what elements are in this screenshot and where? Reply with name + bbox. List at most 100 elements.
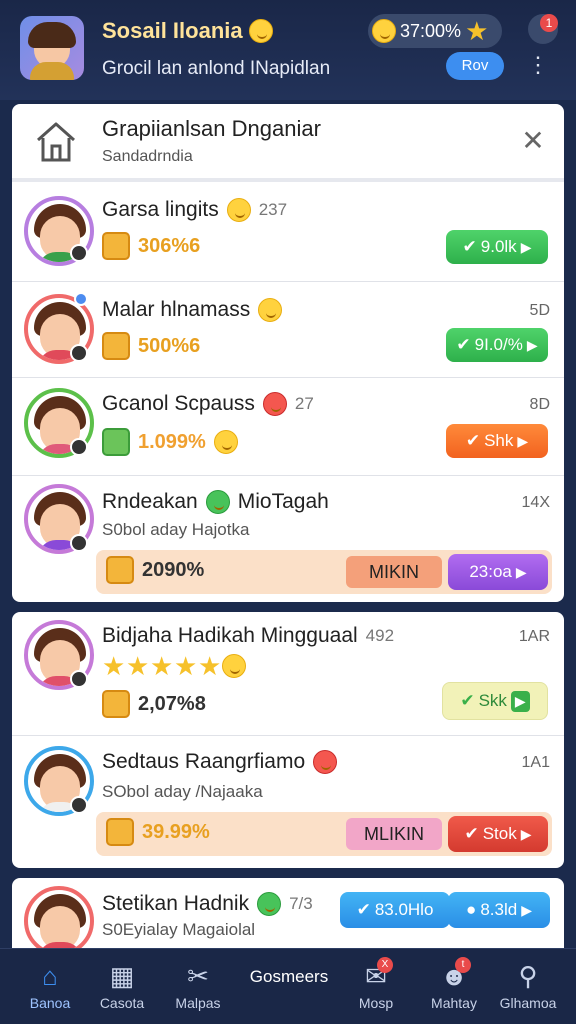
row-action-label: 83.0Hlo xyxy=(374,900,434,919)
item-subtitle: S0Eyialay Magaiolal xyxy=(102,920,256,939)
item-count: 237 xyxy=(258,200,288,219)
tag-icon xyxy=(102,428,130,456)
item-name: Rndeakan MioTagah xyxy=(102,490,329,514)
notification-button[interactable]: 1 xyxy=(528,14,558,44)
smile-icon xyxy=(248,19,273,43)
row-action-button[interactable]: ✔ 9I.0/% ▶ xyxy=(446,328,548,362)
online-dot-icon xyxy=(74,292,88,306)
app-header: Sosail Iloania Grocil lan anlond INapidl… xyxy=(0,0,576,100)
coin-balance[interactable]: 37:00% ★ xyxy=(368,14,502,48)
item-name-text: Gcanol Scpauss xyxy=(102,392,255,415)
nav-item-chat[interactable]: ☻ t Mahtay xyxy=(418,957,490,1021)
smile-icon xyxy=(258,298,283,322)
chat-badge: t xyxy=(455,957,471,973)
app-subtitle: Grocil lan anlond INapidlan xyxy=(102,58,331,79)
more-options-icon[interactable]: ⋮ xyxy=(526,52,550,78)
row-action-label: 9I.0/% xyxy=(474,335,523,354)
item-right-value: 1A1 xyxy=(521,754,550,771)
nav-label: Mahtay xyxy=(431,995,477,1011)
check-icon: ✔ xyxy=(356,900,371,919)
nav-item-home[interactable]: ⌂ Banoa xyxy=(14,957,86,1021)
row-action-button[interactable]: ✔ Shk ▶ xyxy=(446,424,548,458)
item-score-text: 306%6 xyxy=(138,234,201,257)
item-score-text: 500%6 xyxy=(138,334,201,357)
list-item[interactable]: Malar hlnamass 5D 500%6 ✔ 9I.0/% ▶ xyxy=(12,282,564,378)
item-name-text: Rndeakan xyxy=(102,490,198,513)
item-score-text: 39.99% xyxy=(142,820,210,843)
card-title: Grapiianlsan Dnganiar xyxy=(102,116,321,141)
nav-item-center[interactable]: Gosmeers xyxy=(244,967,334,987)
item-score: 500%6 xyxy=(102,332,200,360)
item-score: 306%6 xyxy=(102,232,200,260)
item-name: Malar hlnamass xyxy=(102,298,283,322)
row-action-button[interactable]: ✔ 83.0Hlo xyxy=(340,892,450,928)
app-avatar[interactable] xyxy=(20,16,84,80)
emoji-icon xyxy=(257,892,282,916)
tag-icon xyxy=(106,818,134,846)
nav-label: Glhamoa xyxy=(499,995,557,1011)
item-right-value: 5D xyxy=(529,302,550,319)
emoji-icon xyxy=(262,392,287,416)
strip-label: MLIKIN xyxy=(346,818,442,850)
coin-smile-icon xyxy=(372,19,396,43)
check-icon: ✔ xyxy=(465,431,481,450)
nav-item-map[interactable]: ✂ Malpas xyxy=(162,957,234,1021)
item-strip: 39.99% MLIKIN ✔ Stok ▶ xyxy=(96,812,552,856)
row-action-button[interactable]: ✔ 9.0lk ▶ xyxy=(446,230,548,264)
card-header: Grapiianlsan Dnganiar Sandadrndia ✕ xyxy=(12,104,564,182)
play-icon: ▶ xyxy=(517,432,529,449)
item-name: Stetikan Hadnik 7/3 xyxy=(102,892,313,916)
group-card-1: Grapiianlsan Dnganiar Sandadrndia ✕ Gars… xyxy=(12,104,564,602)
item-name-secondary: MioTagah xyxy=(237,490,329,513)
nav-item-profile[interactable]: ⚲ Glhamoa xyxy=(492,957,564,1021)
star-icon: ★ xyxy=(198,651,222,681)
nav-item-mail[interactable]: ✉ X Mosp xyxy=(340,957,412,1021)
row-action-button[interactable]: ✔ Stok ▶ xyxy=(448,816,548,852)
list-item[interactable]: Garsa lingits 237 306%6 ✔ 9.0lk ▶ xyxy=(12,186,564,282)
item-name-text: Malar hlnamass xyxy=(102,298,251,321)
item-score-text: 2090% xyxy=(142,558,205,581)
list-item[interactable]: Gcanol Scpauss 27 8D 1.099% ✔ Shk ▶ xyxy=(12,378,564,476)
chat-icon: ☻ t xyxy=(437,957,471,991)
list-item[interactable]: Sedtaus Raangrfiamo 1A1 SObol aday /Naja… xyxy=(12,736,564,868)
smile-icon xyxy=(213,430,238,454)
mail-badge: X xyxy=(377,957,393,973)
avatar-status-icon xyxy=(70,344,88,362)
item-name-text: Bidjaha Hadikah Mingguaal xyxy=(102,624,358,647)
close-icon[interactable]: ✕ xyxy=(520,127,546,155)
list-item[interactable]: Bidjaha Hadikah Mingguaal 492 1AR ★ ★ ★ … xyxy=(12,612,564,736)
row-action-label: Skk xyxy=(478,691,507,710)
tag-icon xyxy=(102,690,130,718)
list-item[interactable]: Stetikan Hadnik 7/3 S0Eyialay Magaiolal … xyxy=(12,878,564,948)
row-action-label: 23:oa xyxy=(469,562,512,581)
tools-icon: ✂ xyxy=(187,961,209,991)
tag-icon xyxy=(102,232,130,260)
item-count: 492 xyxy=(365,626,395,645)
app-title: Sosail Iloania xyxy=(102,18,273,44)
item-subtitle: SObol aday /Najaaka xyxy=(102,782,263,801)
item-score-text: 1.099% xyxy=(138,430,206,453)
avatar-status-icon xyxy=(70,534,88,552)
play-icon: ▶ xyxy=(521,901,532,918)
row-action-button[interactable]: 23:oa ▶ xyxy=(448,554,548,590)
item-score: 1.099% xyxy=(102,428,238,456)
smile-icon xyxy=(222,654,246,678)
nav-item-store[interactable]: ▦ Casota xyxy=(86,957,158,1021)
list-item[interactable]: Rndeakan MioTagah 14X S0bol aday Hajotka… xyxy=(12,476,564,602)
item-score: 39.99% xyxy=(106,818,210,846)
star-icon: ★ xyxy=(150,651,174,681)
header-action-button[interactable]: Rov xyxy=(446,52,504,80)
play-icon: ▶ xyxy=(520,825,532,842)
home-icon[interactable] xyxy=(34,118,78,166)
row-action-label: Stok xyxy=(482,824,517,843)
mail-icon: ✉ X xyxy=(359,957,393,991)
nav-label: Casota xyxy=(99,995,145,1011)
strip-label: MIKIN xyxy=(346,556,442,588)
row-action-button[interactable]: ✔ Skk ▶ xyxy=(442,682,548,720)
check-icon: ✔ xyxy=(456,335,471,354)
avatar-status-icon xyxy=(70,438,88,456)
check-icon: ✔ xyxy=(460,691,475,710)
star-icon: ★ xyxy=(174,651,198,681)
row-secondary-button[interactable]: ● 8.3ld ▶ xyxy=(448,892,550,928)
home-icon: ⌂ xyxy=(42,961,58,991)
